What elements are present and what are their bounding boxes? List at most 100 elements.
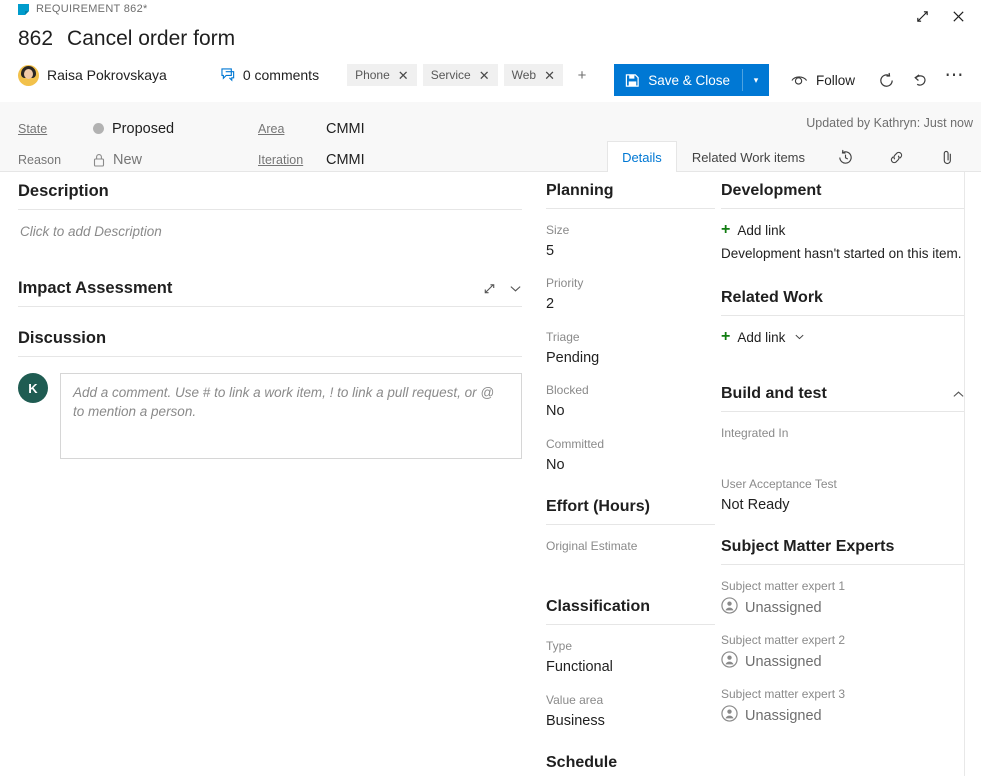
add-tag-button[interactable]: + xyxy=(569,64,595,86)
sme-2-value[interactable]: Unassigned xyxy=(721,651,965,673)
history-icon xyxy=(837,149,854,166)
follow-eye-icon xyxy=(791,74,808,87)
field-priority: Priority 2 xyxy=(546,274,715,315)
follow-button[interactable]: Follow xyxy=(791,73,855,88)
middle-column: Planning Size 5 Priority 2 Triage Pendin… xyxy=(540,172,715,776)
tab-details[interactable]: Details xyxy=(607,141,677,174)
triage-value[interactable]: Pending xyxy=(546,347,715,369)
undo-button[interactable] xyxy=(903,64,937,96)
type-value[interactable]: Functional xyxy=(546,656,715,678)
state-value[interactable]: Proposed xyxy=(93,121,174,137)
work-item-meta-row: Raisa Pokrovskaya 0 comments Phone ✕ Ser… xyxy=(18,64,595,86)
plus-icon: + xyxy=(721,222,730,238)
description-input[interactable]: Click to add Description xyxy=(18,210,522,239)
work-item-toolbar: Save & Close ▾ Follow xyxy=(614,64,971,96)
sme-1-name: Unassigned xyxy=(745,600,822,616)
tab-attachments[interactable] xyxy=(922,140,973,173)
subject-matter-experts-title: Subject Matter Experts xyxy=(721,538,894,556)
size-value[interactable]: 5 xyxy=(546,240,715,262)
area-row: Area CMMI xyxy=(258,113,365,144)
right-edge-divider xyxy=(964,172,965,776)
comment-input[interactable]: Add a comment. Use # to link a work item… xyxy=(60,373,522,459)
subject-matter-experts-section-header: Subject Matter Experts xyxy=(721,538,965,565)
committed-value[interactable]: No xyxy=(546,454,715,476)
field-triage: Triage Pending xyxy=(546,328,715,369)
tab-history[interactable] xyxy=(820,140,871,173)
follow-label: Follow xyxy=(816,73,855,88)
related-work-title: Related Work xyxy=(721,289,823,307)
more-options-button[interactable]: ⋯ xyxy=(937,64,971,96)
tag-remove-icon[interactable]: ✕ xyxy=(398,69,409,82)
impact-assessment-title: Impact Assessment xyxy=(18,279,172,298)
tab-related-work-items[interactable]: Related Work items xyxy=(677,140,820,173)
tab-links[interactable] xyxy=(871,140,922,173)
lock-icon xyxy=(93,153,105,167)
state-dot-icon xyxy=(93,123,104,134)
integrated-in-value[interactable] xyxy=(721,443,965,463)
assigned-to-field[interactable]: Raisa Pokrovskaya xyxy=(18,65,167,86)
blocked-value[interactable]: No xyxy=(546,400,715,422)
person-icon xyxy=(721,597,738,619)
related-work-add-link-button[interactable]: + Add link xyxy=(721,329,965,345)
person-icon xyxy=(721,651,738,673)
user-acceptance-test-value[interactable]: Not Ready xyxy=(721,494,965,516)
planning-title: Planning xyxy=(546,182,614,200)
size-label: Size xyxy=(546,221,715,239)
impact-assessment-section-header: Impact Assessment xyxy=(18,279,522,307)
save-options-caret[interactable]: ▾ xyxy=(743,64,769,96)
sme-1-value[interactable]: Unassigned xyxy=(721,597,965,619)
tag-item[interactable]: Service ✕ xyxy=(423,64,498,86)
development-add-link-label: Add link xyxy=(737,223,785,238)
tag-remove-icon[interactable]: ✕ xyxy=(479,69,490,82)
reason-text: New xyxy=(113,152,142,168)
window-controls xyxy=(907,2,973,30)
schedule-title: Schedule xyxy=(546,754,617,772)
priority-value[interactable]: 2 xyxy=(546,293,715,315)
plus-icon: + xyxy=(721,329,730,345)
field-committed: Committed No xyxy=(546,435,715,476)
discussion-section-header: Discussion xyxy=(18,329,522,357)
tag-remove-icon[interactable]: ✕ xyxy=(544,69,555,82)
development-empty-text: Development hasn't started on this item. xyxy=(721,246,965,261)
assignee-name: Raisa Pokrovskaya xyxy=(47,67,167,83)
close-icon xyxy=(951,9,966,24)
comments-link[interactable]: 0 comments xyxy=(221,67,319,83)
development-section-header: Development xyxy=(721,182,965,209)
tag-label: Web xyxy=(512,68,536,82)
sme-3-name: Unassigned xyxy=(745,708,822,724)
close-button[interactable] xyxy=(943,2,973,30)
restore-icon xyxy=(915,9,930,24)
work-item-title[interactable]: Cancel order form xyxy=(67,27,235,51)
value-area-value[interactable]: Business xyxy=(546,710,715,732)
save-and-close-main[interactable]: Save & Close xyxy=(614,64,742,96)
work-item-title-row: 862 Cancel order form xyxy=(18,27,235,51)
sme-3-value[interactable]: Unassigned xyxy=(721,705,965,727)
iteration-label: Iteration xyxy=(258,153,326,167)
refresh-button[interactable] xyxy=(869,64,903,96)
chevron-down-icon[interactable] xyxy=(509,282,522,295)
chevron-down-icon xyxy=(794,331,805,344)
description-title: Description xyxy=(18,182,109,201)
iteration-row: Iteration CMMI xyxy=(258,144,365,175)
expand-icon[interactable] xyxy=(482,281,497,296)
field-user-acceptance-test: User Acceptance Test Not Ready xyxy=(721,475,965,516)
development-add-link-button[interactable]: + Add link xyxy=(721,222,965,238)
field-sme-2: Subject matter expert 2 Unassigned xyxy=(721,631,965,673)
refresh-icon xyxy=(878,72,895,89)
comment-icon xyxy=(221,68,236,82)
tag-item[interactable]: Web ✕ xyxy=(504,64,563,86)
field-blocked: Blocked No xyxy=(546,381,715,422)
field-original-estimate: Original Estimate xyxy=(546,537,715,576)
user-acceptance-test-label: User Acceptance Test xyxy=(721,475,965,493)
restore-button[interactable] xyxy=(907,2,937,30)
avatar xyxy=(18,65,39,86)
original-estimate-value[interactable] xyxy=(546,556,715,576)
attachment-icon xyxy=(939,149,956,166)
discussion-compose: K Add a comment. Use # to link a work it… xyxy=(18,373,522,459)
iteration-value[interactable]: CMMI xyxy=(326,152,365,168)
save-and-close-button[interactable]: Save & Close ▾ xyxy=(614,64,769,96)
area-value[interactable]: CMMI xyxy=(326,121,365,137)
tag-item[interactable]: Phone ✕ xyxy=(347,64,417,86)
related-work-add-link-label: Add link xyxy=(737,330,785,345)
state-row: State Proposed xyxy=(18,113,174,144)
